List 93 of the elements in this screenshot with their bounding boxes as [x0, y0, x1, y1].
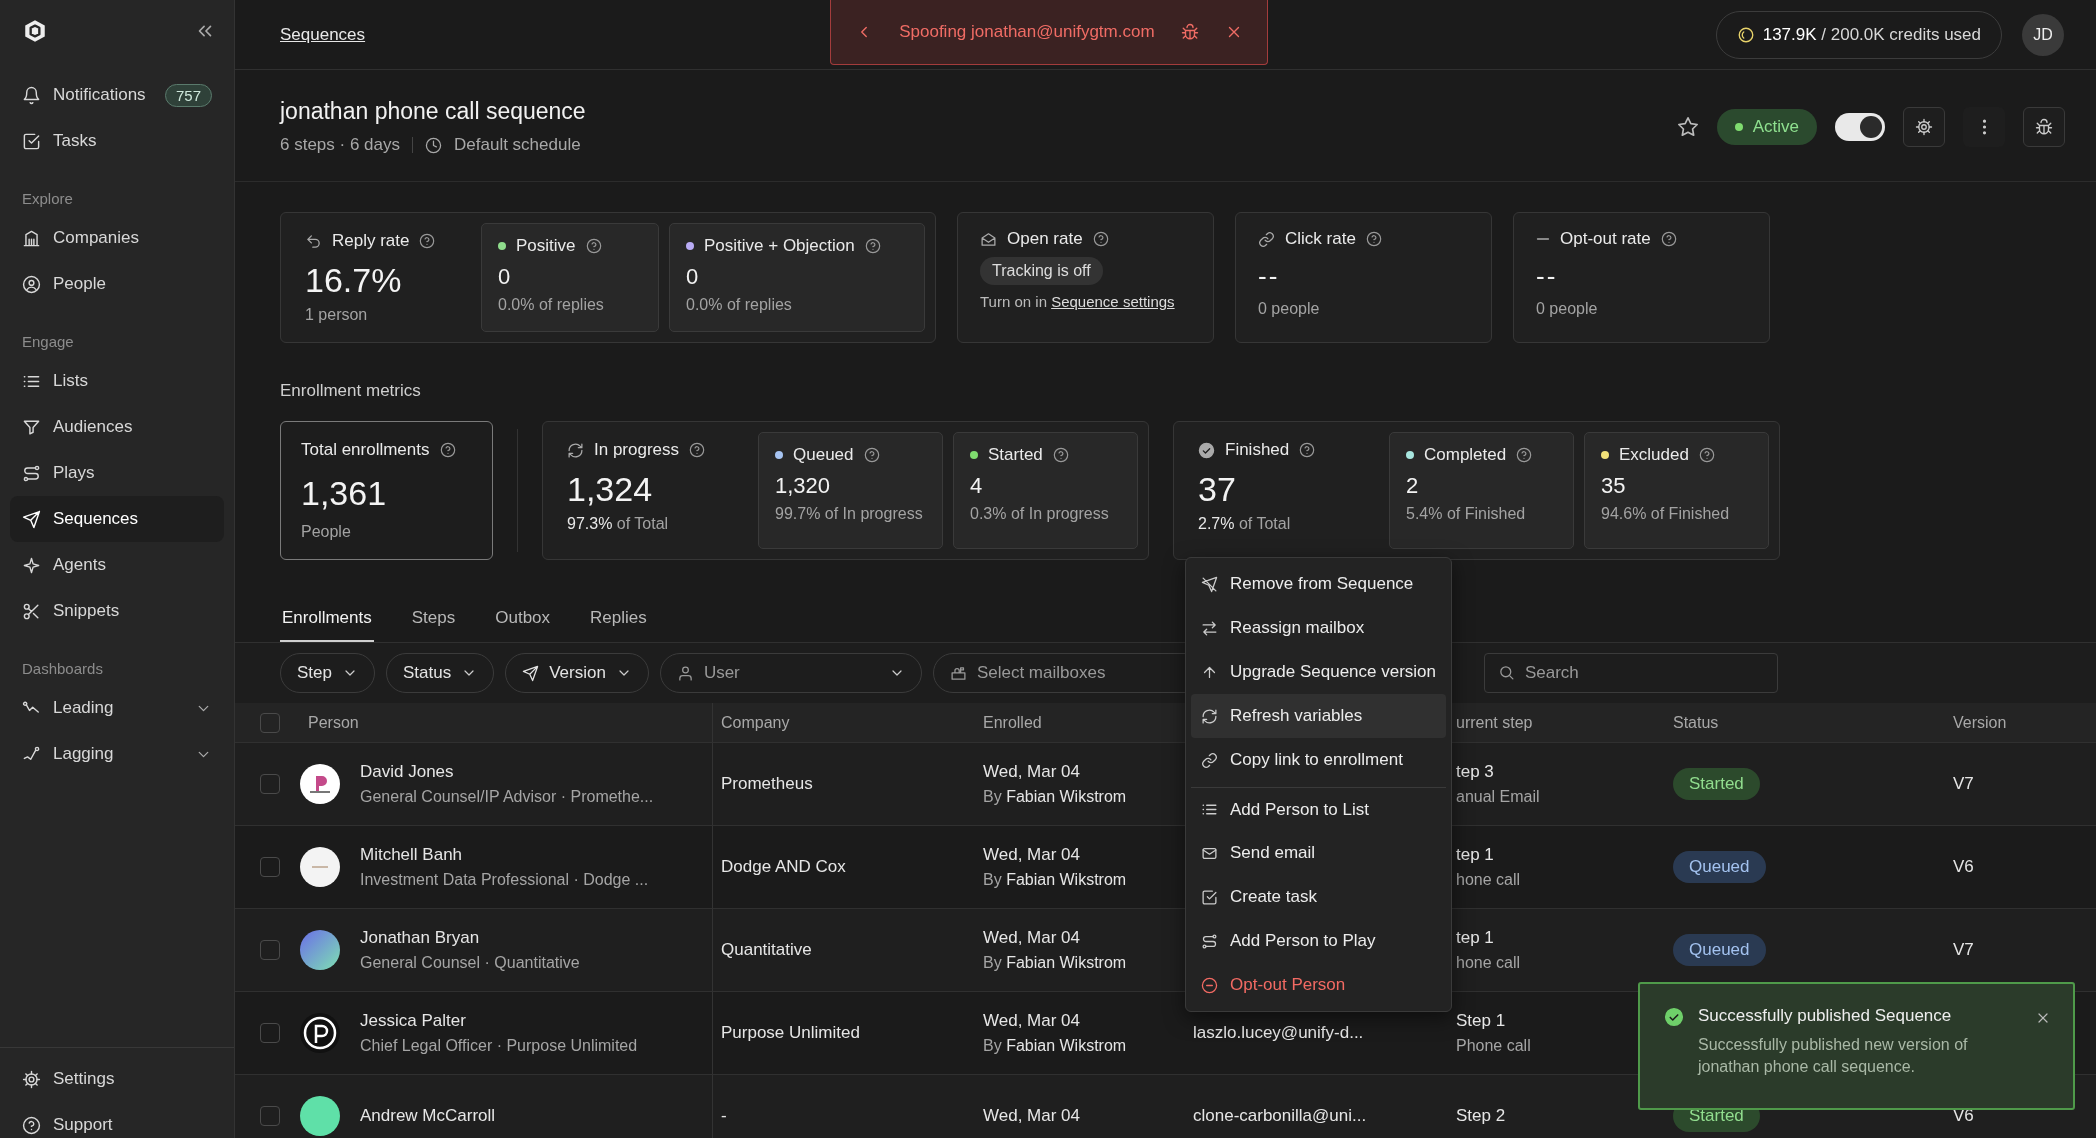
metric-value: 16.7% — [305, 261, 403, 300]
metric-value: 35 — [1601, 473, 1627, 499]
person-title: General Counsel · Quantitative — [360, 954, 580, 972]
settings-note: Turn on in Sequence settings — [980, 293, 1176, 310]
table-cell-text: - — [721, 1106, 728, 1126]
status-badge: Started — [1673, 768, 1760, 800]
table-cell-text: Quantitative — [721, 940, 813, 960]
metric-value: -- — [1536, 261, 1559, 292]
version-cell-text: V7 — [1953, 940, 1975, 960]
toast-title: Successfully published Sequence — [1698, 1006, 1953, 1026]
metric-label: In progress — [594, 440, 680, 460]
column-header: Company — [721, 713, 790, 732]
enrolled-date: Wed, Mar 04 — [983, 762, 1081, 782]
step-name: tep 1 — [1456, 928, 1495, 948]
sequence-meta: 6 steps · 6 days — [280, 135, 400, 155]
section-heading: Dashboards — [21, 659, 104, 679]
credits-text: 137.9K / 200.0K credits used — [1762, 24, 1981, 45]
section-heading: Engage — [21, 332, 75, 352]
section-heading: Explore — [21, 189, 74, 209]
column-header: Version — [1953, 713, 2007, 732]
section-title: Enrollment metrics — [280, 381, 422, 401]
table-cell-text: Purpose Unlimited — [721, 1023, 861, 1043]
metric-caption: 0.0% of replies — [686, 296, 793, 314]
metric-caption: 99.7% of In progress — [775, 505, 924, 523]
table-cell-text: Prometheus — [721, 774, 814, 794]
version-cell-text: V7 — [1953, 774, 1975, 794]
metric-value: 1,320 — [775, 473, 832, 499]
mailbox-cell-text: laszlo.lucey@unify-d... — [1193, 1023, 1365, 1043]
step-name: tep 1 — [1456, 845, 1495, 865]
column-header: Enrolled — [983, 713, 1042, 732]
metric-value: 0 — [686, 264, 700, 290]
step-type: hone call — [1456, 871, 1522, 889]
metric-value: 4 — [970, 473, 984, 499]
enrolled-date: Wed, Mar 04 — [983, 1106, 1081, 1126]
metric-value: -- — [1258, 261, 1281, 292]
metric-label: Started — [988, 445, 1043, 465]
metric-label: Click rate — [1285, 229, 1356, 249]
step-name: Step 1 — [1456, 1011, 1507, 1031]
person-title: Chief Legal Officer · Purpose Unlimited — [360, 1037, 638, 1055]
enrolled-date: Wed, Mar 04 — [983, 1011, 1081, 1031]
metric-label: Queued — [793, 445, 854, 465]
step-name: Step 2 — [1456, 1106, 1507, 1126]
enrolled-by: By Fabian Wikstrom — [983, 871, 1128, 889]
metric-label: Positive + Objection — [704, 236, 855, 256]
enrolled-date: Wed, Mar 04 — [983, 928, 1081, 948]
person-title: Investment Data Professional · Dodge ... — [360, 871, 649, 889]
metric-value: 37 — [1198, 470, 1237, 509]
metric-caption: 2.7% of Total — [1198, 515, 1292, 533]
metric-caption: People — [301, 523, 352, 541]
column-header: Status — [1673, 713, 1719, 732]
metric-caption: 5.4% of Finished — [1406, 505, 1527, 523]
enrolled-date: Wed, Mar 04 — [983, 845, 1081, 865]
sequence-title: jonathan phone call sequence — [280, 98, 586, 125]
metric-caption: 0.3% of In progress — [970, 505, 1110, 523]
step-name: tep 3 — [1456, 762, 1495, 782]
step-type: anual Email — [1456, 788, 1541, 806]
column-header: urrent step — [1456, 713, 1533, 732]
schedule-label: Default schedule — [454, 135, 581, 155]
version-cell-text: V6 — [1953, 857, 1975, 877]
enrolled-by: By Fabian Wikstrom — [983, 1037, 1128, 1055]
banner-text: Spoofing jonathan@unifygtm.com — [899, 22, 1155, 42]
metric-label: Positive — [516, 236, 576, 256]
metric-caption: 0 people — [1258, 300, 1321, 318]
mailbox-cell-text: clone-carbonilla@uni... — [1193, 1106, 1368, 1126]
tracking-tag: Tracking is off — [980, 257, 1103, 285]
status-pill: Active — [1716, 108, 1817, 145]
metric-caption: 0 people — [1536, 300, 1599, 318]
column-header: Person — [308, 713, 359, 732]
step-type: hone call — [1456, 954, 1522, 972]
status-badge: Queued — [1673, 934, 1766, 966]
metric-label: Opt-out rate — [1560, 229, 1651, 249]
step-type: Phone call — [1456, 1037, 1532, 1055]
metric-label: Finished — [1225, 440, 1290, 460]
metric-value: 0 — [498, 264, 512, 290]
metric-caption: 1 person — [305, 306, 369, 324]
metric-caption: 0.0% of replies — [498, 296, 605, 314]
metric-label: Completed — [1424, 445, 1507, 465]
enrolled-by: By Fabian Wikstrom — [983, 788, 1128, 806]
metric-caption: 94.6% of Finished — [1601, 505, 1731, 523]
metric-label: Open rate — [1007, 229, 1083, 249]
table-cell-text: Dodge AND Cox — [721, 857, 847, 877]
enrolled-by: By Fabian Wikstrom — [983, 954, 1128, 972]
metric-value: 1,361 — [301, 474, 388, 513]
toast-message: Successfully published new version of jonathan phone call sequence. — [1698, 1035, 1969, 1078]
metric-label: Excluded — [1619, 445, 1689, 465]
status-badge: Queued — [1673, 851, 1766, 883]
metric-label: Reply rate — [332, 231, 410, 251]
count-badge: 757 — [164, 83, 212, 107]
metric-caption: 97.3% of Total — [567, 515, 670, 533]
metric-label: Total enrollments — [301, 440, 430, 460]
metric-value: 2 — [1406, 473, 1420, 499]
person-title: General Counsel/IP Advisor · Promethe... — [360, 788, 654, 806]
metric-value: 1,324 — [567, 470, 654, 509]
